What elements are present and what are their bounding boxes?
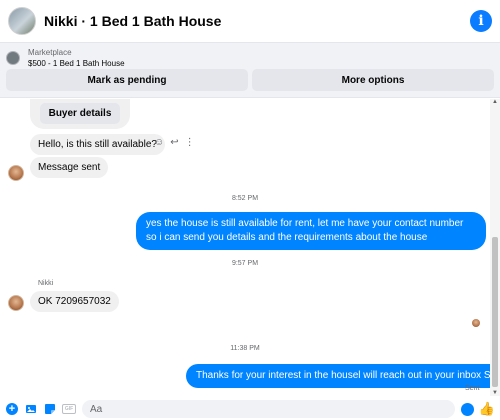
scroll-down-arrow-icon[interactable]: ▼: [492, 390, 498, 396]
message-bubble-incoming[interactable]: Hello, is this still available?: [30, 134, 165, 155]
message-bubble-incoming[interactable]: OK 7209657032: [30, 291, 119, 312]
more-options-button[interactable]: More options: [252, 69, 494, 91]
listing-title: $500 - 1 Bed 1 Bath House: [28, 59, 125, 68]
message-bubble-outgoing[interactable]: Thanks for your interest in the housel w…: [186, 364, 490, 388]
timestamp: 11:38 PM: [230, 345, 260, 352]
messenger-window: Nikki · 1 Bed 1 Bath House i Marketplace…: [0, 0, 500, 420]
message-actions: ☺ ↩ ⋮: [154, 137, 195, 148]
message-bubble-incoming[interactable]: Message sent: [30, 157, 109, 178]
buyer-details-button[interactable]: Buyer details: [40, 103, 120, 124]
sender-name: Nikki: [38, 280, 54, 287]
marketplace-listing[interactable]: Marketplace $500 - 1 Bed 1 Bath House: [6, 47, 125, 69]
message-bubble-outgoing[interactable]: yes the house is still available for ren…: [136, 212, 486, 250]
more-actions-icon[interactable]: ⋮: [185, 137, 195, 148]
listing-thumbnail: [6, 51, 20, 65]
contact-avatar[interactable]: [8, 7, 36, 35]
marketplace-label: Marketplace: [28, 48, 72, 57]
contact-avatar-small: [8, 295, 24, 311]
like-thumbs-up-icon[interactable]: 👍: [479, 401, 495, 416]
conversation-header: Nikki · 1 Bed 1 Bath House i: [0, 0, 500, 42]
photo-icon[interactable]: [24, 402, 38, 416]
timestamp: 8:52 PM: [231, 195, 259, 202]
message-input[interactable]: [90, 403, 447, 415]
message-composer: + GIF 👍: [0, 398, 500, 420]
contact-avatar-small: [8, 165, 24, 181]
conversation-title[interactable]: Nikki · 1 Bed 1 Bath House: [44, 13, 470, 29]
scrollbar-thumb[interactable]: [492, 237, 498, 387]
read-receipt-avatar: [472, 319, 480, 327]
reply-icon[interactable]: ↩: [170, 137, 178, 148]
marketplace-bar: Marketplace $500 - 1 Bed 1 Bath House Ma…: [0, 42, 500, 98]
chat-scrollbar[interactable]: ▲ ▼: [490, 99, 500, 396]
scroll-up-arrow-icon[interactable]: ▲: [492, 99, 498, 105]
add-attachment-icon[interactable]: +: [5, 402, 19, 416]
message-thread: Buyer details Hello, is this still avail…: [0, 99, 490, 396]
timestamp: 9:57 PM: [231, 260, 259, 267]
info-icon[interactable]: i: [470, 10, 492, 32]
message-status: Sent: [465, 385, 480, 392]
message-input-wrapper: [82, 400, 455, 418]
mark-as-pending-button[interactable]: Mark as pending: [6, 69, 248, 91]
emoji-icon[interactable]: [461, 402, 474, 416]
react-emoji-icon[interactable]: ☺: [154, 137, 164, 148]
sticker-icon[interactable]: [43, 402, 57, 416]
gif-icon[interactable]: GIF: [62, 402, 76, 416]
